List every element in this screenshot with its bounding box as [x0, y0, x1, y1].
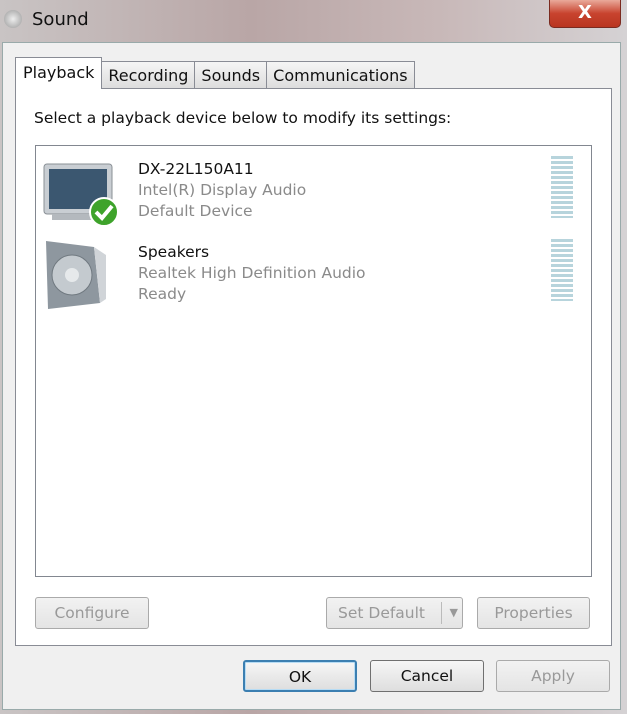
- split-divider: [441, 602, 442, 624]
- playback-pane: Select a playback device below to modify…: [15, 88, 612, 646]
- configure-button[interactable]: Configure: [35, 597, 149, 629]
- tab-bar: Playback Recording Sounds Communications: [15, 57, 415, 89]
- volume-meter: [551, 239, 573, 301]
- set-default-button[interactable]: Set Default ▼: [326, 597, 463, 629]
- device-list[interactable]: DX-22L150A11 Intel(R) Display Audio Defa…: [35, 145, 592, 577]
- title-bar[interactable]: Sound X: [0, 0, 627, 40]
- instruction-text: Select a playback device below to modify…: [34, 109, 452, 127]
- apply-button[interactable]: Apply: [496, 660, 610, 692]
- dialog-body: Playback Recording Sounds Communications…: [2, 42, 621, 710]
- default-checkmark-icon: [89, 197, 119, 227]
- device-item[interactable]: DX-22L150A11 Intel(R) Display Audio Defa…: [36, 154, 591, 234]
- set-default-label: Set Default: [338, 604, 426, 622]
- tab-communications[interactable]: Communications: [266, 61, 415, 89]
- monitor-icon: [43, 163, 119, 227]
- device-status: Default Device: [138, 202, 253, 220]
- chevron-down-icon[interactable]: ▼: [450, 598, 458, 628]
- speaker-icon: [46, 241, 106, 309]
- tab-recording[interactable]: Recording: [101, 61, 196, 89]
- cancel-button[interactable]: Cancel: [370, 660, 484, 692]
- device-driver: Realtek High Definition Audio: [138, 264, 366, 282]
- device-driver: Intel(R) Display Audio: [138, 181, 307, 199]
- ok-button[interactable]: OK: [243, 660, 357, 692]
- device-name: Speakers: [138, 243, 210, 261]
- properties-button[interactable]: Properties: [477, 597, 590, 629]
- window-title: Sound: [32, 9, 89, 30]
- device-status: Ready: [138, 285, 187, 303]
- tab-playback[interactable]: Playback: [15, 57, 103, 89]
- sound-dialog: Sound X Playback Recording Sounds Commun…: [0, 0, 627, 714]
- tab-sounds[interactable]: Sounds: [194, 61, 268, 89]
- close-button[interactable]: X: [549, 0, 621, 28]
- device-item[interactable]: Speakers Realtek High Definition Audio R…: [36, 237, 591, 317]
- device-name: DX-22L150A11: [138, 160, 254, 178]
- sound-app-icon: [4, 10, 22, 28]
- volume-meter: [551, 156, 573, 218]
